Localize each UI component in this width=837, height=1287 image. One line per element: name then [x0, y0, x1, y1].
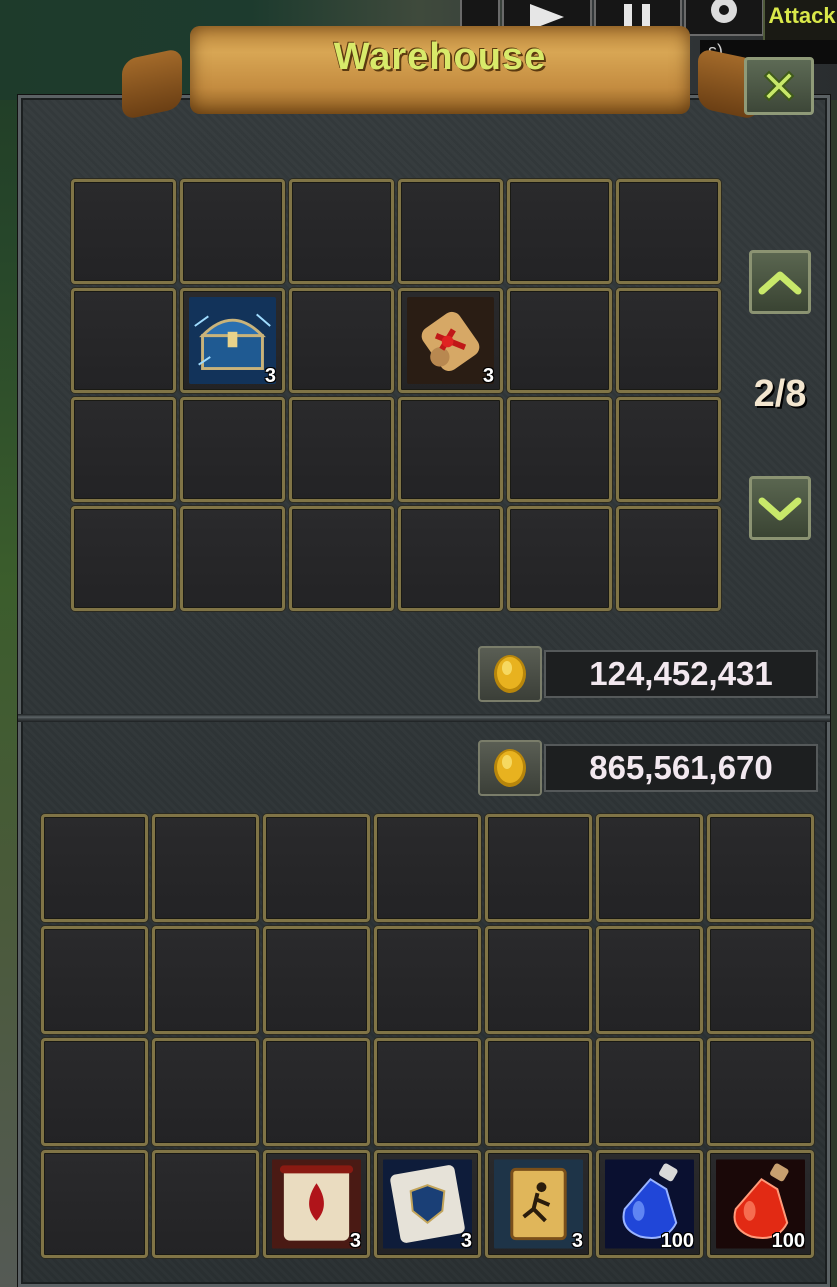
inventory-slot[interactable] — [596, 1038, 703, 1146]
chevron-down-icon — [758, 497, 802, 521]
page-down-button[interactable] — [749, 476, 811, 540]
warehouse-slot[interactable] — [289, 288, 394, 393]
blue-shield-scroll-icon — [383, 1159, 472, 1249]
warehouse-slot[interactable] — [71, 179, 176, 284]
warehouse-gold: 124,452,431 — [478, 646, 818, 702]
page-up-button[interactable] — [749, 250, 811, 314]
inventory-slot[interactable]: 3 — [374, 1150, 481, 1258]
inventory-slot[interactable]: 100 — [596, 1150, 703, 1258]
inventory-slot[interactable] — [485, 1038, 592, 1146]
inventory-slot[interactable] — [263, 1038, 370, 1146]
inventory-slot[interactable] — [707, 814, 814, 922]
inventory-gold-amount: 865,561,670 — [544, 744, 818, 792]
inventory-slot[interactable] — [263, 814, 370, 922]
inventory-slot[interactable]: 3 — [263, 1150, 370, 1258]
warehouse-slot[interactable] — [289, 506, 394, 611]
inventory-slot[interactable] — [263, 926, 370, 1034]
item-count: 100 — [660, 1230, 694, 1252]
warehouse-slot[interactable] — [289, 397, 394, 502]
inventory-slot[interactable] — [374, 1038, 481, 1146]
inventory-gold: 865,561,670 — [478, 740, 818, 796]
warehouse-slot[interactable] — [71, 506, 176, 611]
warehouse-slot[interactable] — [398, 179, 503, 284]
item-count: 3 — [460, 1230, 472, 1252]
attack-button[interactable]: Attack — [763, 0, 837, 42]
inventory-slot[interactable] — [41, 814, 148, 922]
inventory-slot[interactable] — [152, 1038, 259, 1146]
warehouse-slot[interactable] — [71, 397, 176, 502]
item-count: 3 — [571, 1230, 583, 1252]
inventory-slot[interactable] — [41, 1150, 148, 1258]
close-button[interactable] — [744, 57, 814, 115]
warehouse-slot[interactable] — [616, 179, 721, 284]
warehouse-slot[interactable] — [616, 397, 721, 502]
warehouse-slot[interactable] — [507, 397, 612, 502]
gold-coin-icon — [494, 655, 526, 693]
inventory-slot[interactable] — [374, 814, 481, 922]
inventory-slot[interactable] — [707, 926, 814, 1034]
inventory-slot[interactable] — [152, 1150, 259, 1258]
inventory-slot[interactable] — [374, 926, 481, 1034]
inventory-slot[interactable] — [485, 814, 592, 922]
warehouse-slot[interactable] — [507, 288, 612, 393]
warehouse-grid: 33 — [69, 177, 723, 613]
warehouse-slot[interactable] — [616, 288, 721, 393]
golden-rune-scroll-icon — [494, 1159, 583, 1249]
blue-treasure-chest-icon — [189, 297, 276, 384]
warehouse-slot[interactable]: 3 — [180, 288, 285, 393]
warehouse-slot[interactable] — [616, 506, 721, 611]
warehouse-gold-amount: 124,452,431 — [544, 650, 818, 698]
inventory-slot[interactable] — [41, 926, 148, 1034]
red-blood-drop-scroll-icon — [272, 1159, 361, 1249]
panel-divider — [18, 714, 830, 722]
item-count: 3 — [349, 1230, 361, 1252]
inventory-slot[interactable]: 100 — [707, 1150, 814, 1258]
inventory-slot[interactable]: 3 — [485, 1150, 592, 1258]
inventory-grid: 3 3 3 100 100 — [39, 812, 816, 1260]
close-icon — [763, 70, 795, 102]
inventory-slot[interactable] — [152, 926, 259, 1034]
inventory-slot[interactable] — [152, 814, 259, 922]
warehouse-slot[interactable]: 3 — [398, 288, 503, 393]
item-count: 3 — [264, 365, 276, 387]
inventory-slot[interactable] — [485, 926, 592, 1034]
item-count: 3 — [482, 365, 494, 387]
warehouse-slot[interactable] — [507, 179, 612, 284]
inventory-slot[interactable] — [596, 926, 703, 1034]
warehouse-slot[interactable] — [180, 179, 285, 284]
item-count: 100 — [771, 1230, 805, 1252]
warehouse-slot[interactable] — [398, 397, 503, 502]
warehouse-slot[interactable] — [289, 179, 394, 284]
warehouse-gold-coin-button[interactable] — [478, 646, 542, 702]
warehouse-slot[interactable] — [71, 288, 176, 393]
chevron-up-icon — [758, 271, 802, 295]
banner-roll-left — [122, 47, 182, 121]
page-indicator: 2/8 — [753, 373, 807, 415]
inventory-slot[interactable] — [41, 1038, 148, 1146]
warehouse-slot[interactable] — [398, 506, 503, 611]
warehouse-slot[interactable] — [180, 397, 285, 502]
warehouse-slot[interactable] — [507, 506, 612, 611]
red-ribbon-scroll-icon — [407, 297, 494, 384]
warehouse-slot[interactable] — [180, 506, 285, 611]
page-title: Warehouse — [333, 36, 547, 78]
gold-coin-icon — [494, 749, 526, 787]
inventory-slot[interactable] — [596, 814, 703, 922]
title-banner: Warehouse — [122, 14, 758, 121]
inventory-slot[interactable] — [707, 1038, 814, 1146]
inventory-gold-coin-button[interactable] — [478, 740, 542, 796]
